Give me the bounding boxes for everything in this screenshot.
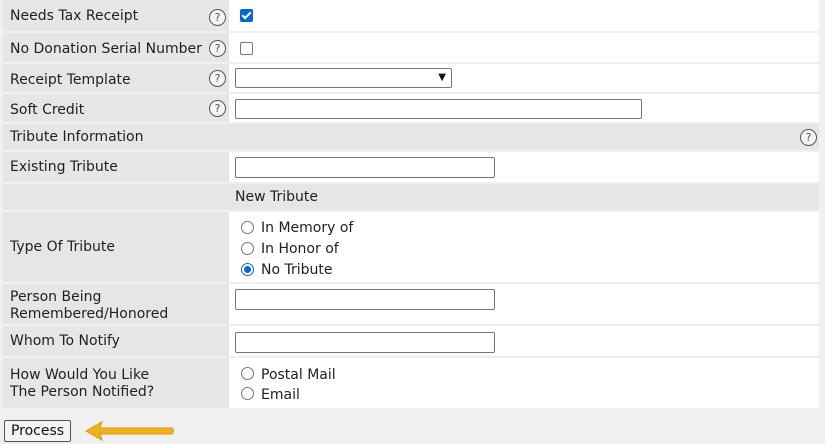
row-existing-tribute: Existing Tribute [3,152,819,184]
no-donation-serial-label: No Donation Serial Number [10,41,202,57]
notify-method-label-line1: How Would You Like [10,367,150,383]
whom-to-notify-label: Whom To Notify [10,333,120,349]
new-tribute-heading: New Tribute [235,189,318,205]
help-icon[interactable]: ? [209,70,226,87]
row-notify-method: How Would You Like The Person Notified? … [3,358,819,410]
chevron-down-icon: ▼ [438,72,446,83]
tribute-in-memory-label: In Memory of [261,220,354,236]
whom-to-notify-input[interactable] [235,332,495,353]
person-remembered-label-line1: Person Being [10,289,102,305]
row-no-donation-serial: No Donation Serial Number ? [3,33,819,64]
tribute-in-memory-radio[interactable] [241,221,254,234]
help-icon[interactable]: ? [209,100,226,117]
help-icon[interactable]: ? [800,129,817,146]
receipt-template-label: Receipt Template [10,72,131,88]
tribute-no-tribute-radio[interactable] [241,263,254,276]
notify-email-radio[interactable] [241,387,254,400]
soft-credit-input[interactable] [235,99,642,119]
row-soft-credit: Soft Credit ? [3,94,819,124]
row-type-of-tribute: Type Of Tribute In Memory of In Honor of… [3,212,819,284]
help-icon[interactable]: ? [209,9,226,26]
row-tribute-information: Tribute Information ? [3,124,819,152]
person-remembered-label-line2: Remembered/Honored [10,306,169,322]
row-receipt-template: Receipt Template ? ▼ [3,64,819,94]
tribute-information-heading: Tribute Information [10,129,144,145]
receipt-template-select[interactable]: ▼ [235,68,452,88]
notify-postal-mail-label: Postal Mail [261,367,336,383]
donation-form: Needs Tax Receipt ? No Donation Serial N… [3,0,819,410]
row-person-remembered: Person Being Remembered/Honored [3,284,819,326]
arrow-pointer-icon [84,420,174,442]
needs-tax-receipt-label: Needs Tax Receipt [10,8,139,24]
existing-tribute-label: Existing Tribute [10,159,118,175]
notify-method-label-line2: The Person Notified? [10,384,155,400]
person-remembered-input[interactable] [235,289,495,310]
help-icon[interactable]: ? [209,40,226,57]
tribute-in-honor-label: In Honor of [261,241,339,257]
soft-credit-label: Soft Credit [10,102,85,118]
row-needs-tax-receipt: Needs Tax Receipt ? [3,0,819,33]
notify-postal-mail-radio[interactable] [241,367,254,380]
tribute-no-tribute-label: No Tribute [261,262,333,278]
row-new-tribute: New Tribute [3,184,819,212]
type-of-tribute-label: Type Of Tribute [10,239,116,255]
process-button[interactable]: Process [4,420,71,442]
no-donation-serial-checkbox[interactable] [240,42,253,55]
notify-email-label: Email [261,387,300,403]
needs-tax-receipt-checkbox[interactable] [240,9,253,22]
tribute-in-honor-radio[interactable] [241,242,254,255]
existing-tribute-input[interactable] [235,157,495,178]
row-whom-to-notify: Whom To Notify [3,326,819,358]
